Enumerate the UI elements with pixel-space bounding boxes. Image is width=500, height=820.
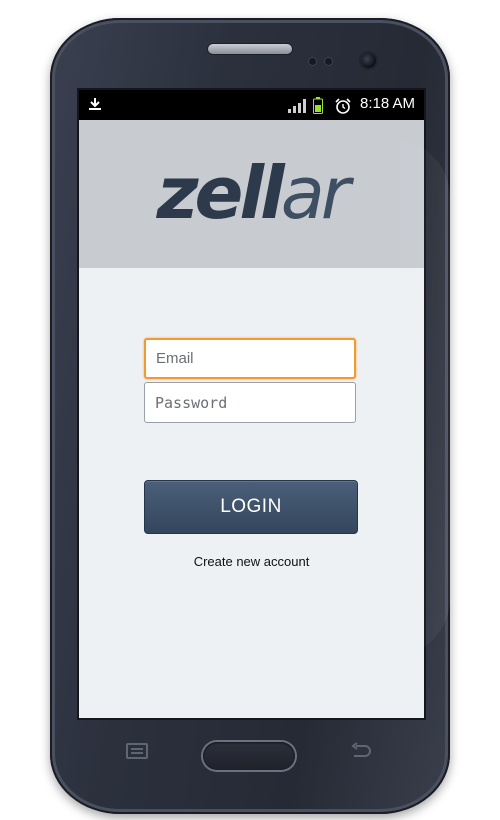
zellar-logo: zellar <box>79 148 424 238</box>
front-camera-icon <box>361 53 376 68</box>
proximity-sensor <box>309 58 316 65</box>
status-bar: 8:18 AM <box>79 90 424 120</box>
home-button[interactable] <box>203 742 295 770</box>
brand-header: zellar <box>79 120 424 268</box>
light-sensor <box>325 58 332 65</box>
password-field[interactable] <box>144 382 356 423</box>
alarm-icon <box>335 98 351 114</box>
status-time: 8:18 AM <box>360 95 416 112</box>
logo-text-part2: ar <box>280 151 351 235</box>
earpiece-speaker <box>208 44 292 54</box>
create-account-link[interactable]: Create new account <box>79 554 424 569</box>
download-icon <box>89 98 101 110</box>
phone-body: 8:18 AM zellar LOGIN Create new account <box>50 18 450 814</box>
logo-text-part1: zell <box>156 151 285 235</box>
stage: 8:18 AM zellar LOGIN Create new account <box>0 0 500 820</box>
email-field[interactable] <box>144 338 356 379</box>
signal-icon <box>288 99 306 113</box>
back-key-icon[interactable] <box>348 741 374 761</box>
menu-key-icon[interactable] <box>124 741 150 761</box>
screen: 8:18 AM zellar LOGIN Create new account <box>79 90 424 718</box>
battery-icon <box>313 97 323 114</box>
login-button[interactable]: LOGIN <box>144 480 358 534</box>
